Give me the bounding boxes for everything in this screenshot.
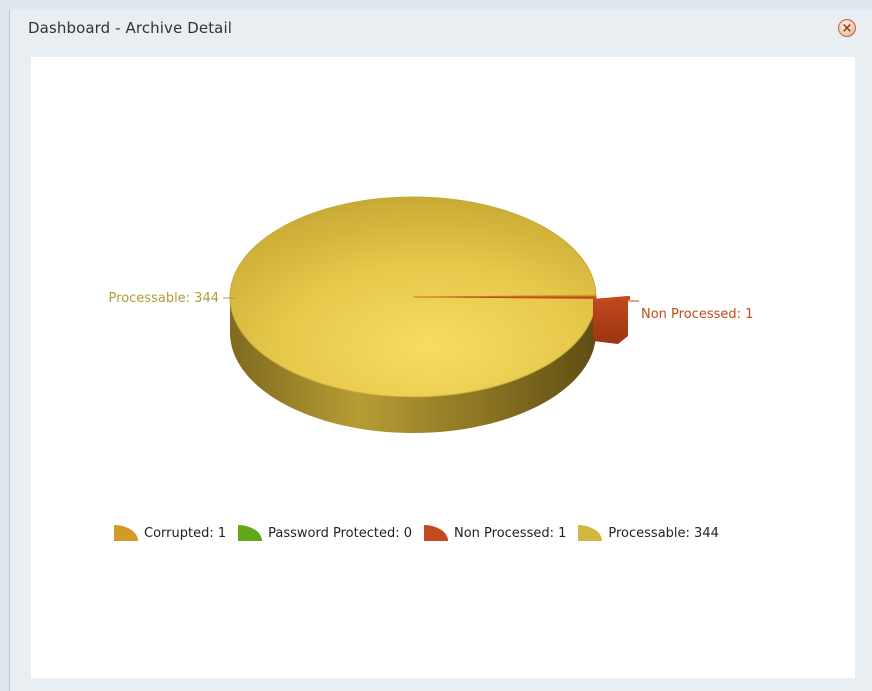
pie-chart: Processable: 344 Non Processed: 1 — [109, 196, 753, 433]
legend-swatch-icon — [423, 525, 448, 541]
legend-swatch-icon — [238, 525, 263, 541]
window-title: Dashboard - Archive Detail — [28, 19, 233, 37]
legend-label: Corrupted: 1 — [144, 525, 227, 541]
slice-label-non-processed: Non Processed: 1 — [641, 307, 753, 322]
chart-legend: Corrupted: 1 Password Protected: 0 Non Pro… — [112, 523, 729, 543]
legend-item: Non Processed: 1 — [422, 523, 566, 543]
pie-slice-non-processed-exploded — [593, 296, 628, 344]
legend-label: Password Protected: 0 — [268, 525, 412, 541]
legend-item: Processable: 344 — [576, 523, 719, 543]
legend-item: Corrupted: 1 — [112, 523, 226, 543]
legend-item: Password Protected: 0 — [236, 523, 412, 543]
slice-label-processable: Processable: 344 — [109, 291, 219, 306]
close-icon: × — [841, 20, 853, 36]
legend-swatch-icon — [114, 525, 138, 541]
close-button[interactable]: × — [838, 19, 856, 37]
archive-detail-window: Dashboard - Archive Detail × Processable… — [9, 10, 872, 691]
legend-swatch-icon — [578, 525, 603, 541]
legend-label: Non Processed: 1 — [453, 525, 567, 541]
chart-panel: Processable: 344 Non Processed: 1 Corrup… — [31, 57, 855, 678]
legend-label: Processable: 344 — [608, 525, 719, 541]
window-titlebar: Dashboard - Archive Detail × — [10, 10, 872, 48]
